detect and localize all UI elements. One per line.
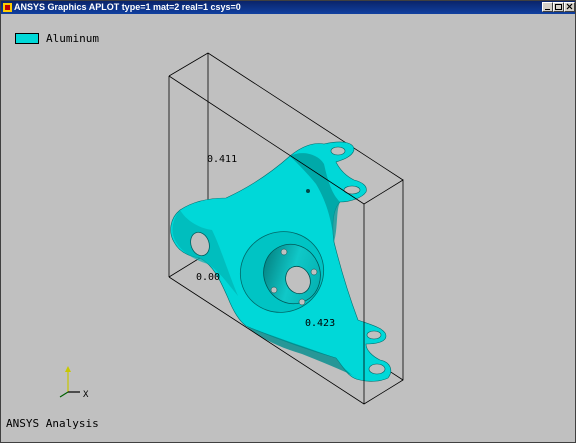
bbox-label-origin: 0.00 [196,272,221,283]
close-icon [566,3,573,10]
bottom-tab-hole [368,363,386,375]
minimize-button[interactable] [542,2,553,12]
maximize-button[interactable] [553,2,564,12]
bracket-part [170,141,392,382]
top-tab-hole [330,146,346,156]
ansys-graphics-window: ANSYS Graphics APLOT type=1 mat=2 real=1… [0,0,576,443]
window-title: ANSYS Graphics APLOT type=1 mat=2 real=1… [14,2,241,12]
coordinate-triad [59,366,80,398]
material-legend-swatch [15,33,39,44]
material-legend-label: Aluminum [46,32,99,45]
graphics-canvas[interactable]: Aluminum 0.411 0.00 0.423 X ANSYS Analys… [2,14,575,442]
triad-x-label: X [83,390,89,400]
analysis-title: ANSYS Analysis [6,417,99,430]
close-button[interactable] [564,2,575,12]
title-bar[interactable]: ANSYS Graphics APLOT type=1 mat=2 real=1… [1,1,575,14]
bbox-label-top: 0.411 [207,154,238,165]
lower-tab-hole [366,330,382,340]
model-scene[interactable] [2,14,575,442]
maximize-icon [555,4,562,10]
bbox-label-right: 0.423 [305,318,336,329]
ansys-app-icon [3,3,12,12]
minimize-icon [545,9,550,10]
